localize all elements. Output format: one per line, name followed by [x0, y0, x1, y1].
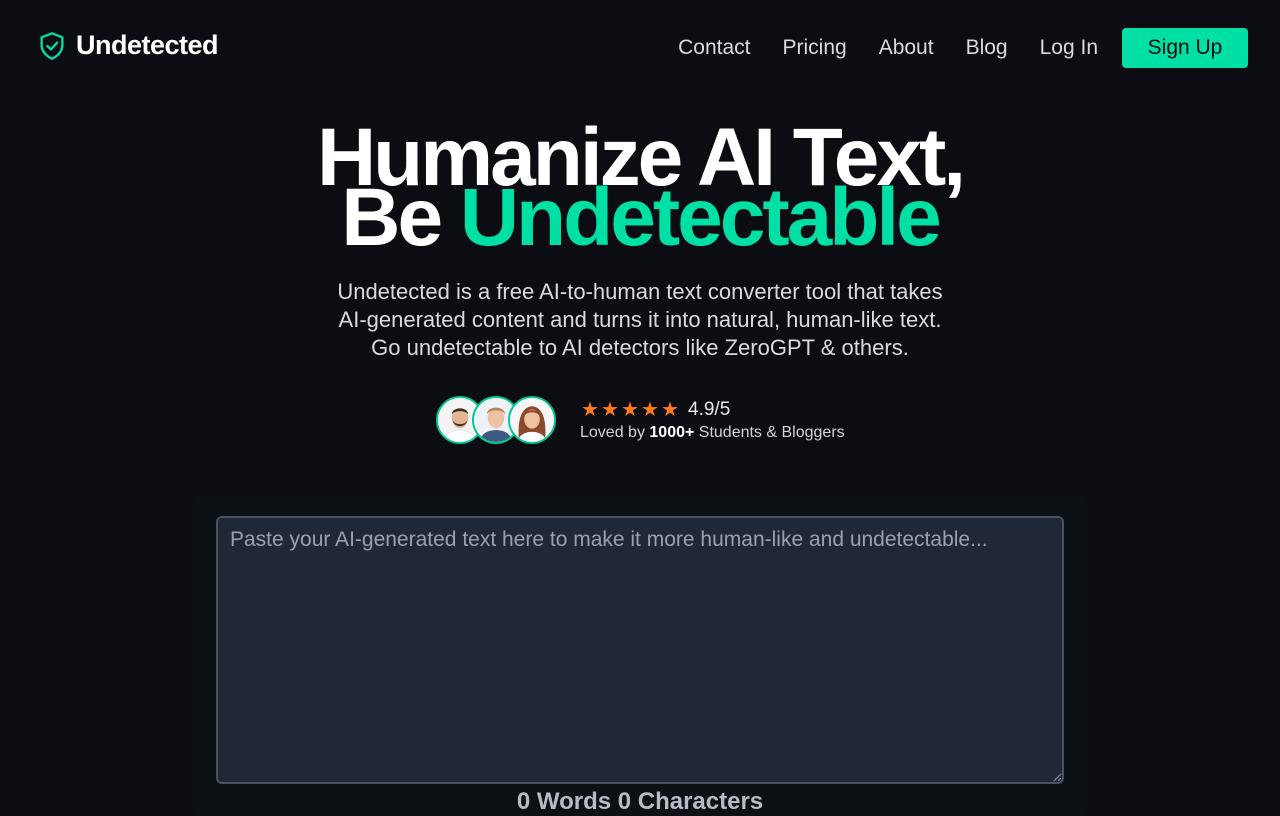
login-link[interactable]: Log In [1040, 30, 1098, 66]
hero-subtitle: Undetected is a free AI-to-human text co… [0, 278, 1280, 362]
top-nav: Undetected Contact Pricing About Blog Lo… [0, 0, 1280, 92]
nav-links: Contact Pricing About Blog Log In Sign U… [678, 28, 1248, 68]
hero-title: Humanize AI Text, Be Undetectable [0, 117, 1280, 259]
subtitle-line: Go undetectable to AI detectors like Zer… [371, 335, 909, 360]
nav-link-blog[interactable]: Blog [966, 30, 1008, 66]
hero-title-prefix: Be [341, 172, 460, 263]
hero-title-line2: Be Undetectable [0, 177, 1280, 259]
stars-row: ★ ★ ★ ★ ★ 4.9/5 [580, 398, 845, 422]
resize-grip-icon[interactable] [1050, 770, 1062, 782]
rating: ★ ★ ★ ★ ★ 4.9/5 Loved by 1000+ Students … [580, 398, 845, 442]
nav-link-pricing[interactable]: Pricing [782, 30, 846, 66]
loved-prefix: Loved by [580, 424, 650, 441]
avatar-woman-icon [510, 398, 554, 442]
rating-score: 4.9/5 [688, 399, 731, 420]
nav-link-about[interactable]: About [879, 30, 934, 66]
shield-check-icon [40, 31, 64, 60]
star-icon: ★ [641, 399, 659, 421]
social-proof: ★ ★ ★ ★ ★ 4.9/5 Loved by 1000+ Students … [436, 396, 845, 444]
star-icon: ★ [581, 399, 599, 421]
subtitle-line: Undetected is a free AI-to-human text co… [337, 279, 943, 304]
brand-name: Undetected [76, 30, 219, 60]
avatar-group [436, 396, 560, 444]
star-icon: ★ [601, 399, 619, 421]
subtitle-line: AI-generated content and turns it into n… [338, 307, 942, 332]
hero-title-accent: Undetectable [459, 172, 942, 263]
loved-suffix: Students & Bloggers [694, 424, 845, 441]
nav-link-contact[interactable]: Contact [678, 30, 750, 66]
ai-text-input[interactable] [216, 516, 1064, 784]
loved-count: 1000+ [649, 424, 695, 441]
star-rating: ★ ★ ★ ★ ★ [580, 400, 680, 420]
star-icon: ★ [621, 399, 639, 421]
brand-logo[interactable]: Undetected [38, 30, 219, 61]
star-icon: ★ [661, 399, 679, 421]
avatar [508, 396, 556, 444]
word-char-counter: 0 Words 0 Characters [516, 788, 764, 815]
loved-by-text: Loved by 1000+ Students & Bloggers [580, 424, 845, 442]
signup-button[interactable]: Sign Up [1122, 28, 1248, 68]
